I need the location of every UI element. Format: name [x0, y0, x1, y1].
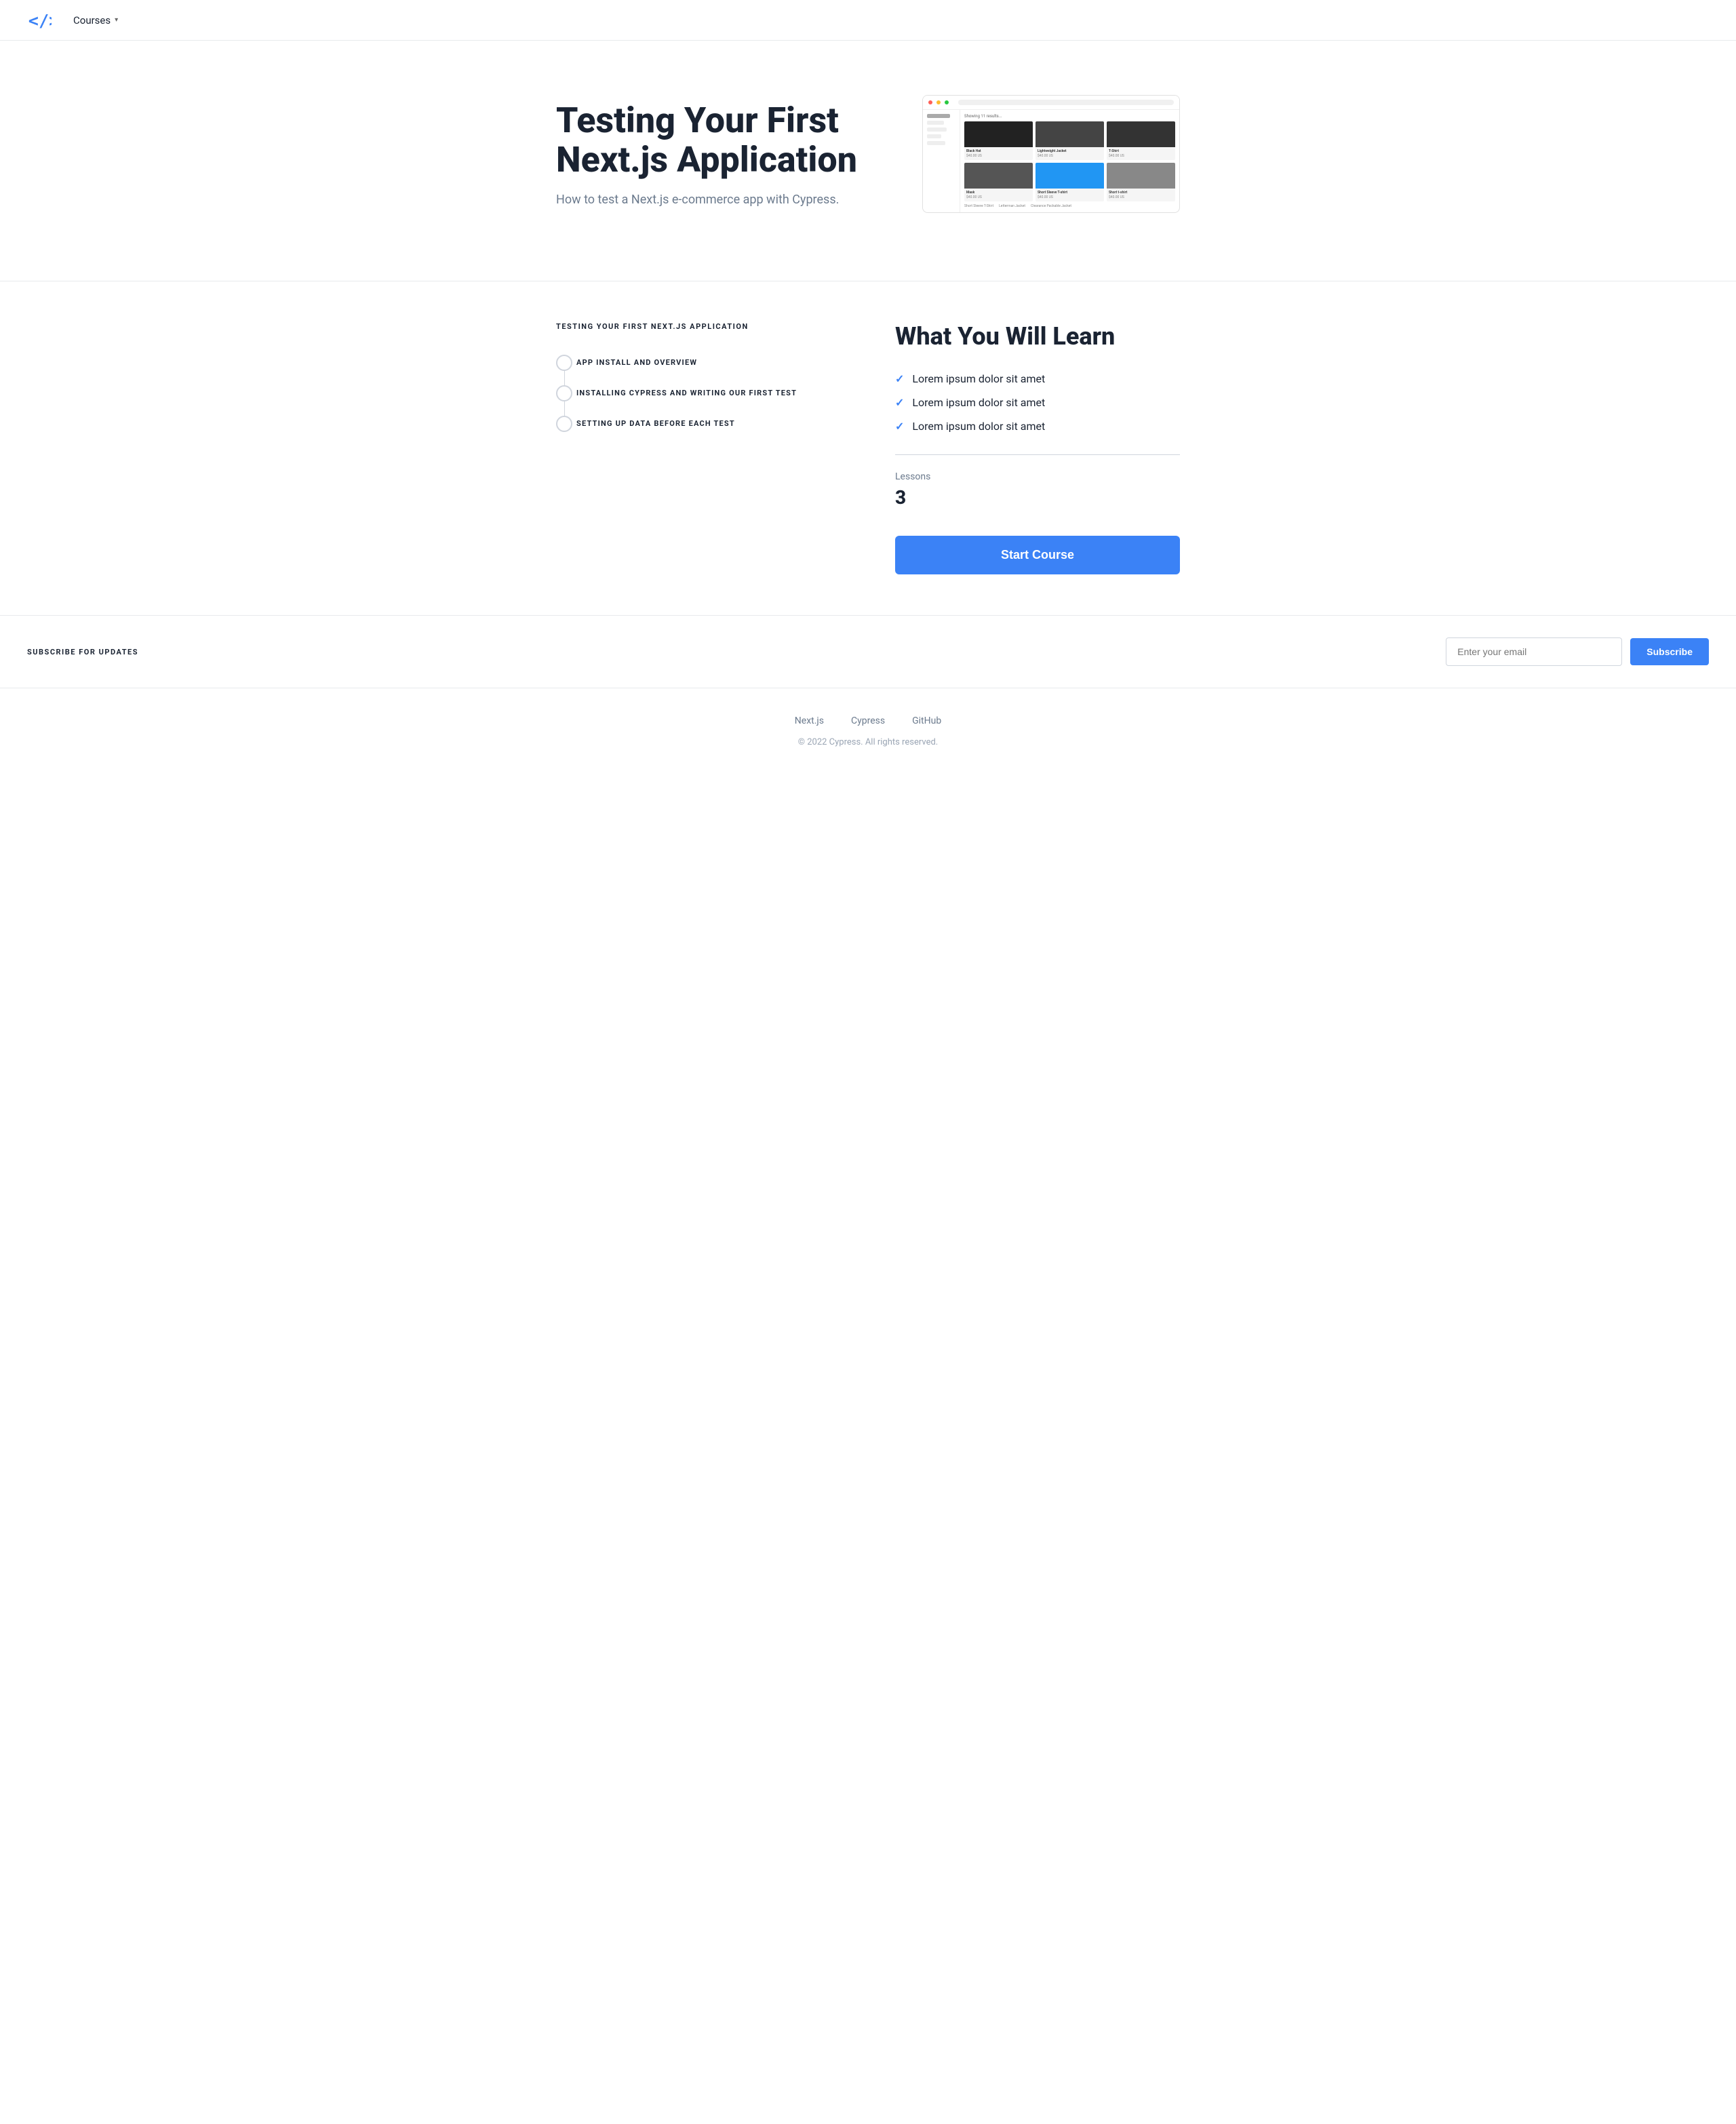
lesson-label-3: SETTING UP DATA BEFORE EACH TEST [576, 419, 735, 428]
hero-subtitle: How to test a Next.js e-commerce app wit… [556, 193, 882, 207]
list-item: ✓ Lorem ipsum dolor sit amet [895, 420, 1180, 433]
list-item: INSTALLING CYPRESS AND WRITING OUR FIRST… [576, 389, 841, 397]
hero-text: Testing Your First Next.js Application H… [556, 101, 882, 206]
learn-item-1: Lorem ipsum dolor sit amet [912, 372, 1045, 385]
footer-link-cypress[interactable]: Cypress [851, 715, 885, 726]
navbar: </> Courses ▾ [0, 0, 1736, 41]
email-input[interactable] [1446, 637, 1622, 666]
subscribe-form: Subscribe [1446, 637, 1709, 666]
start-course-button[interactable]: Start Course [895, 536, 1180, 574]
curriculum-section: TESTING YOUR FIRST NEXT.JS APPLICATION A… [556, 322, 841, 574]
lesson-list: APP INSTALL AND OVERVIEW INSTALLING CYPR… [556, 358, 841, 428]
footer-link-nextjs[interactable]: Next.js [795, 715, 824, 726]
main-content: TESTING YOUR FIRST NEXT.JS APPLICATION A… [529, 281, 1207, 615]
curriculum-title: TESTING YOUR FIRST NEXT.JS APPLICATION [556, 322, 841, 331]
list-item: SETTING UP DATA BEFORE EACH TEST [576, 419, 841, 428]
lessons-label: Lessons [895, 471, 1180, 482]
learn-divider [895, 454, 1180, 455]
list-item: ✓ Lorem ipsum dolor sit amet [895, 372, 1180, 385]
svg-text:</>: </> [28, 11, 52, 31]
courses-nav[interactable]: Courses ▾ [73, 14, 118, 26]
subscribe-button[interactable]: Subscribe [1630, 638, 1709, 665]
learn-list: ✓ Lorem ipsum dolor sit amet ✓ Lorem ips… [895, 372, 1180, 433]
hero-image: Showing 11 results... Black Hat $40.00 U… [922, 95, 1180, 213]
logo[interactable]: </> [27, 8, 52, 33]
footer-copyright: © 2022 Cypress. All rights reserved. [27, 737, 1709, 747]
courses-nav-label: Courses [73, 14, 111, 26]
lessons-count: 3 [895, 486, 1180, 509]
lesson-label-1: APP INSTALL AND OVERVIEW [576, 358, 697, 367]
footer-links: Next.js Cypress GitHub [27, 715, 1709, 726]
hero-section: Testing Your First Next.js Application H… [529, 41, 1207, 281]
list-item: ✓ Lorem ipsum dolor sit amet [895, 396, 1180, 409]
lesson-dot-1 [556, 355, 572, 371]
footer: Next.js Cypress GitHub © 2022 Cypress. A… [0, 688, 1736, 774]
hero-title: Testing Your First Next.js Application [556, 101, 882, 178]
lesson-dot-3 [556, 416, 572, 432]
check-icon: ✓ [895, 396, 904, 409]
subscribe-bar: SUBSCRIBE FOR UPDATES Subscribe [0, 615, 1736, 688]
lesson-dot-2 [556, 385, 572, 401]
learn-title: What You Will Learn [895, 322, 1180, 351]
learn-item-3: Lorem ipsum dolor sit amet [912, 420, 1045, 433]
check-icon: ✓ [895, 372, 904, 385]
check-icon: ✓ [895, 420, 904, 433]
footer-link-github[interactable]: GitHub [912, 715, 941, 726]
lesson-label-2: INSTALLING CYPRESS AND WRITING OUR FIRST… [576, 389, 797, 397]
list-item: APP INSTALL AND OVERVIEW [576, 358, 841, 367]
subscribe-label: SUBSCRIBE FOR UPDATES [27, 648, 138, 656]
learn-item-2: Lorem ipsum dolor sit amet [912, 396, 1045, 409]
chevron-down-icon: ▾ [115, 16, 118, 24]
learn-section: What You Will Learn ✓ Lorem ipsum dolor … [895, 322, 1180, 574]
